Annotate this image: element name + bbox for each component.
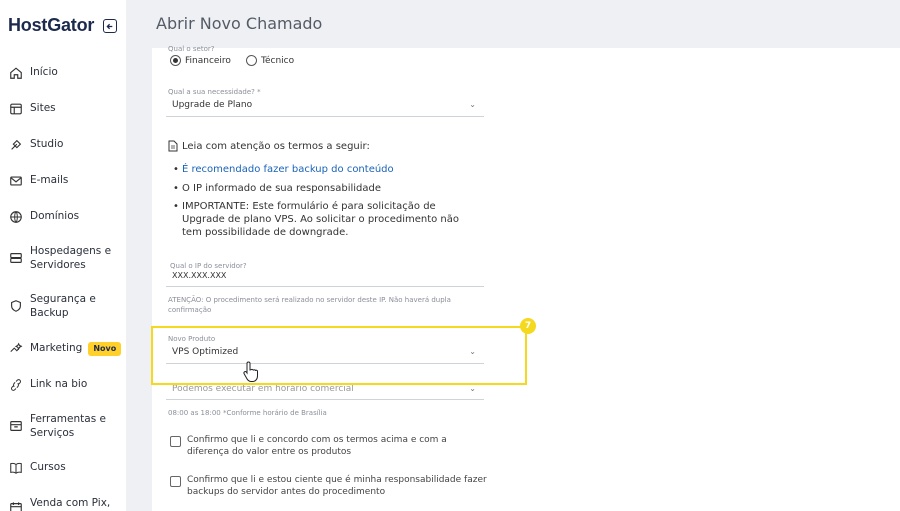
marketing-icon bbox=[7, 341, 25, 357]
sidebar-item-studio[interactable]: Studio bbox=[7, 137, 122, 153]
document-icon bbox=[168, 140, 178, 152]
step-number-badge: 7 bbox=[520, 318, 536, 334]
checkbox-backup[interactable]: Confirmo que li e estou ciente que é min… bbox=[170, 474, 490, 498]
radio-tecnico[interactable]: Técnico bbox=[246, 55, 294, 66]
arrow-left-icon bbox=[105, 23, 112, 29]
radio-label: Técnico bbox=[261, 55, 295, 66]
highlight-box bbox=[151, 326, 527, 385]
sidebar-item-label: Venda com Pix, bbox=[30, 497, 111, 509]
sidebar-item-label: Cursos bbox=[30, 461, 66, 473]
ip-warning-note: ATENÇÃO: O procedimento será realizado n… bbox=[168, 296, 451, 314]
need-select[interactable]: Upgrade de Plano ⌄ bbox=[166, 100, 484, 117]
ip-input-value: XXX.XXX.XXX bbox=[172, 271, 227, 280]
need-label: Qual a sua necessidade? * bbox=[168, 88, 261, 96]
page-title: Abrir Novo Chamado bbox=[156, 14, 323, 33]
sidebar-item-label: E-mails bbox=[30, 174, 69, 186]
checkbox-label: Confirmo que li e estou ciente que é min… bbox=[187, 475, 487, 497]
checkbox-terms[interactable]: Confirmo que li e concordo com os termos… bbox=[170, 434, 490, 458]
sidebar-item-label: Hospedagens e Servidores bbox=[30, 245, 112, 271]
chevron-down-icon: ⌄ bbox=[469, 100, 476, 109]
terms-title: Leia com atenção os termos a seguir: bbox=[168, 140, 370, 152]
sidebar-item-label: Sites bbox=[30, 102, 56, 114]
sidebar-item-venda-pix[interactable]: Venda com Pix, bbox=[7, 496, 122, 511]
sidebar-item-hospedagens[interactable]: Hospedagens e Servidores bbox=[7, 244, 122, 272]
checkbox[interactable] bbox=[170, 436, 181, 447]
radio-label: Financeiro bbox=[185, 55, 231, 66]
radio-circle-checked bbox=[170, 55, 181, 66]
ip-label: Qual o IP do servidor? bbox=[170, 262, 247, 270]
checkbox-label: Confirmo que li e concordo com os termos… bbox=[187, 435, 447, 457]
mail-icon bbox=[7, 173, 25, 189]
sidebar-item-sites[interactable]: Sites bbox=[7, 101, 122, 117]
sidebar: HostGator Início Sites Studio E-mails Do… bbox=[0, 0, 126, 511]
sidebar-item-seguranca[interactable]: Segurança e Backup bbox=[7, 292, 122, 320]
schedule-select-value: Podemos executar em horário comercial bbox=[172, 384, 354, 394]
ip-input[interactable]: XXX.XXX.XXX bbox=[166, 271, 484, 287]
hand-cursor-icon bbox=[243, 361, 258, 382]
home-icon bbox=[7, 65, 25, 81]
terms-title-text: Leia com atenção os termos a seguir: bbox=[182, 140, 370, 152]
studio-icon bbox=[7, 137, 25, 153]
sidebar-item-inicio[interactable]: Início bbox=[7, 65, 122, 81]
sidebar-item-link-na-bio[interactable]: Link na bio bbox=[7, 377, 122, 393]
schedule-select[interactable]: Podemos executar em horário comercial ⌄ bbox=[166, 384, 484, 400]
new-badge: Novo bbox=[88, 342, 122, 356]
sidebar-item-label: Studio bbox=[30, 138, 64, 150]
sidebar-item-label: Segurança e Backup bbox=[30, 293, 96, 319]
sidebar-item-emails[interactable]: E-mails bbox=[7, 173, 122, 189]
sector-label: Qual o setor? bbox=[168, 45, 215, 53]
radio-circle bbox=[246, 55, 257, 66]
checkbox[interactable] bbox=[170, 476, 181, 487]
sidebar-item-label: Link na bio bbox=[30, 378, 88, 390]
collapse-sidebar-button[interactable] bbox=[103, 19, 117, 33]
globe-icon bbox=[7, 209, 25, 225]
server-icon bbox=[7, 250, 25, 266]
book-icon bbox=[7, 460, 25, 476]
sidebar-item-ferramentas[interactable]: Ferramentas e Serviços bbox=[7, 412, 122, 440]
calendar-icon bbox=[7, 500, 25, 511]
link-icon bbox=[7, 377, 25, 393]
sidebar-item-label: Domínios bbox=[30, 210, 80, 222]
terms-item-important: IMPORTANTE: Este formulário é para solic… bbox=[173, 200, 472, 239]
radio-financeiro[interactable]: Financeiro bbox=[170, 55, 231, 66]
chevron-down-icon: ⌄ bbox=[469, 384, 476, 393]
sidebar-item-cursos[interactable]: Cursos bbox=[7, 460, 122, 476]
sidebar-item-label: Marketing bbox=[30, 342, 83, 354]
sidebar-item-label: Ferramentas e Serviços bbox=[30, 413, 106, 439]
sidebar-item-dominios[interactable]: Domínios bbox=[7, 209, 122, 225]
need-select-value: Upgrade de Plano bbox=[172, 100, 253, 110]
terms-item-ip: O IP informado de sua responsabilidade bbox=[173, 182, 472, 195]
sites-icon bbox=[7, 101, 25, 117]
backup-link[interactable]: É recomendado fazer backup do conteúdo bbox=[182, 164, 394, 175]
schedule-note: 08:00 as 18:00 *Conforme horário de Bras… bbox=[168, 409, 327, 417]
hostgator-logo[interactable]: HostGator bbox=[8, 15, 94, 36]
terms-item-backup: É recomendado fazer backup do conteúdo bbox=[173, 163, 472, 176]
tools-icon bbox=[7, 418, 25, 434]
shield-icon bbox=[7, 298, 25, 314]
sidebar-item-label: Início bbox=[30, 66, 58, 78]
sidebar-item-marketing[interactable]: Marketing Novo bbox=[7, 341, 122, 357]
